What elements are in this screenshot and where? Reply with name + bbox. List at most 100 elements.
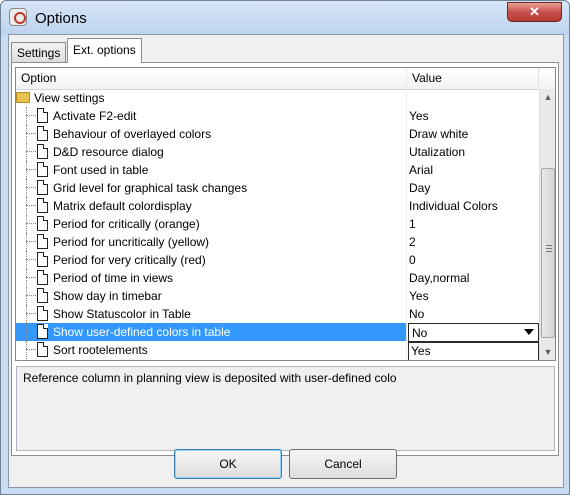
scroll-down-arrow-icon[interactable]: ▼ <box>540 344 555 360</box>
row-label: Grid level for graphical task changes <box>53 181 248 195</box>
tree-connector <box>26 313 36 314</box>
table-row[interactable]: Show Statuscolor in Table No <box>16 305 555 323</box>
tree-connector <box>26 125 27 143</box>
tab-settings[interactable]: Settings <box>11 42 67 62</box>
grip-line <box>546 248 552 249</box>
row-value[interactable]: Yes <box>407 107 537 125</box>
tree-connector <box>26 305 27 323</box>
table-row[interactable]: Font used in table Arial <box>16 161 555 179</box>
window-title: Options <box>35 10 87 27</box>
row-label: Period of time in views <box>53 271 174 285</box>
row-value[interactable]: Day <box>407 179 537 197</box>
app-icon <box>9 8 27 26</box>
table-row[interactable]: Period for very critically (red) 0 <box>16 251 555 269</box>
row-value[interactable]: Utalization <box>407 143 537 161</box>
column-header-option[interactable]: Option <box>16 68 407 89</box>
vertical-scrollbar[interactable]: ▲ ▼ <box>539 89 555 360</box>
table-row[interactable]: Activate F2-edit Yes <box>16 107 555 125</box>
row-label: Period for critically (orange) <box>53 217 200 231</box>
row-value[interactable]: 0 <box>407 251 537 269</box>
tree-connector <box>26 205 36 206</box>
row-label: Behaviour of overlayed colors <box>53 127 212 141</box>
scroll-up-arrow-icon[interactable]: ▲ <box>540 89 555 105</box>
tab-ext-options[interactable]: Ext. options <box>67 38 142 63</box>
grip-line <box>546 251 552 252</box>
document-icon <box>37 252 48 267</box>
tree-connector <box>26 287 27 305</box>
tree-connector <box>26 133 36 134</box>
document-icon <box>37 288 48 303</box>
dropdown-option-no[interactable]: No <box>409 360 538 361</box>
row-label: Matrix default colordisplay <box>53 199 192 213</box>
tree-connector <box>26 187 36 188</box>
options-table: Option Value View settings Activate F2-e… <box>15 67 556 361</box>
tree-connector <box>26 323 27 341</box>
row-label: Show user-defined colors in table <box>53 325 231 339</box>
tree-connector <box>26 331 36 332</box>
document-icon <box>37 144 48 159</box>
row-value[interactable]: Yes <box>407 287 537 305</box>
tree-group-row[interactable]: View settings <box>16 89 555 107</box>
document-icon <box>37 108 48 123</box>
tree-connector <box>26 115 36 116</box>
table-row[interactable]: Period of time in views Day,normal <box>16 269 555 287</box>
table-row[interactable]: Behaviour of overlayed colors Draw white <box>16 125 555 143</box>
tree-connector <box>26 295 36 296</box>
ext-options-panel: Option Value View settings Activate F2-e… <box>11 62 559 456</box>
table-row[interactable]: Period for uncritically (yellow) 2 <box>16 233 555 251</box>
row-value[interactable]: Day,normal <box>407 269 537 287</box>
table-row[interactable]: Period for critically (orange) 1 <box>16 215 555 233</box>
table-row[interactable]: Grid level for graphical task changes Da… <box>16 179 555 197</box>
cancel-button[interactable]: Cancel <box>289 449 397 479</box>
table-row[interactable]: Show day in timebar Yes <box>16 287 555 305</box>
options-window: Options ✕ Settings Ext. options Option V… <box>0 0 570 495</box>
tree-connector <box>26 233 27 251</box>
row-label: Font used in table <box>53 163 149 177</box>
grip-line <box>546 245 552 246</box>
row-value[interactable]: Individual Colors <box>407 197 537 215</box>
folder-icon <box>16 92 30 103</box>
ok-button[interactable]: OK <box>174 449 282 479</box>
document-icon <box>37 234 48 249</box>
row-label: Sort rootelements <box>53 343 148 357</box>
document-icon <box>37 270 48 285</box>
document-icon <box>37 324 48 339</box>
tree-connector <box>26 197 27 215</box>
row-label: D&D resource dialog <box>53 145 164 159</box>
document-icon <box>37 198 48 213</box>
tree-connector <box>26 269 27 287</box>
tree-connector <box>26 241 36 242</box>
option-description: Reference column in planning view is dep… <box>16 366 555 451</box>
dropdown-option-yes[interactable]: Yes <box>409 343 538 360</box>
tree-connector <box>26 215 27 233</box>
table-header: Option Value <box>16 68 555 90</box>
combobox-dropdown-list: Yes No <box>408 342 539 361</box>
row-value[interactable]: 1 <box>407 215 537 233</box>
tree-connector <box>26 277 36 278</box>
column-header-value[interactable]: Value <box>407 68 539 89</box>
row-value[interactable]: Draw white <box>407 125 537 143</box>
scroll-thumb[interactable] <box>541 168 555 338</box>
tree-connector <box>26 341 27 359</box>
row-value[interactable]: 2 <box>407 233 537 251</box>
tree-connector <box>26 349 36 350</box>
dialog-client-area: Settings Ext. options Option Value View … <box>8 34 564 488</box>
row-label: Show Statuscolor in Table <box>53 307 191 321</box>
table-row[interactable]: D&D resource dialog Utalization <box>16 143 555 161</box>
value-combobox[interactable]: No <box>408 323 539 342</box>
combobox-value: No <box>412 326 428 340</box>
row-value[interactable]: Arial <box>407 161 537 179</box>
tree-connector <box>26 179 27 197</box>
chevron-down-icon[interactable] <box>524 329 534 335</box>
row-label: Period for uncritically (yellow) <box>53 235 210 249</box>
group-label: View settings <box>34 91 105 105</box>
row-label: Period for very critically (red) <box>53 253 206 267</box>
close-button[interactable]: ✕ <box>507 2 562 22</box>
row-value[interactable]: No <box>407 305 537 323</box>
document-icon <box>37 162 48 177</box>
table-rows: View settings Activate F2-edit Yes Behav… <box>16 89 555 359</box>
tree-connector <box>26 151 36 152</box>
tree-connector <box>26 169 36 170</box>
tree-connector <box>26 259 36 260</box>
table-row[interactable]: Matrix default colordisplay Individual C… <box>16 197 555 215</box>
